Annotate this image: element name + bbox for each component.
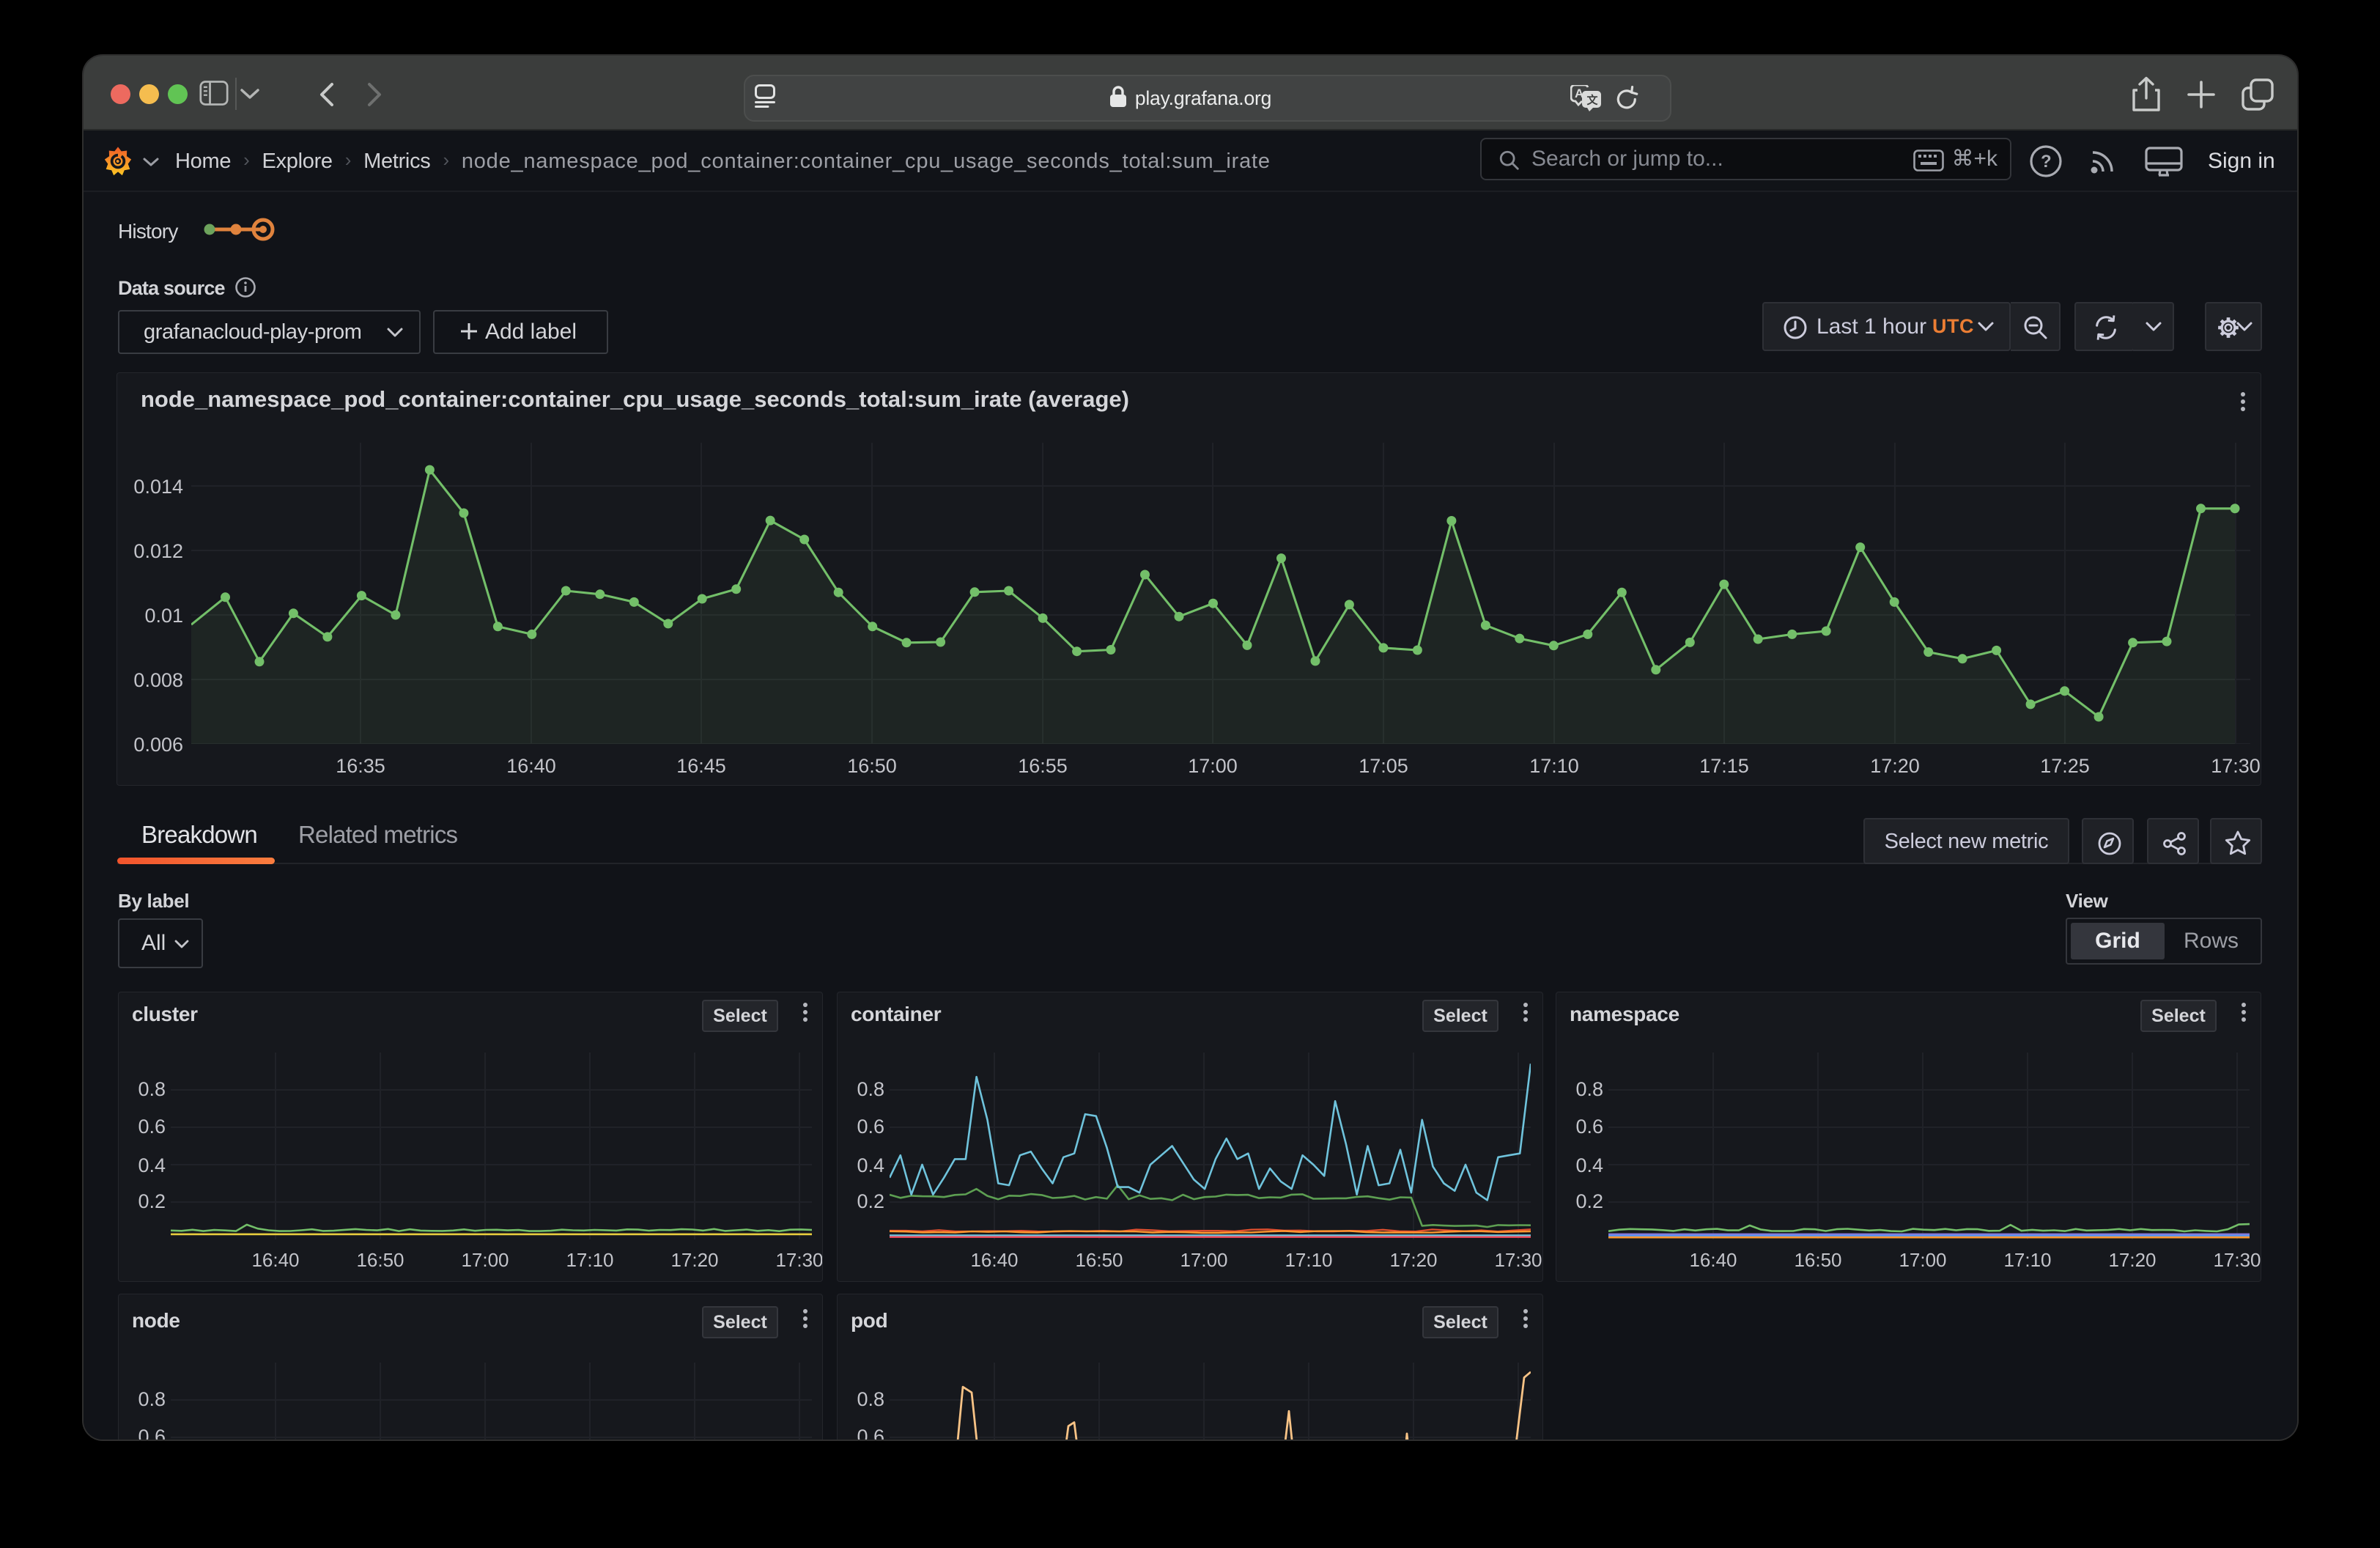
svg-text:文: 文 <box>1587 94 1599 107</box>
svg-text:?: ? <box>2041 152 2052 172</box>
